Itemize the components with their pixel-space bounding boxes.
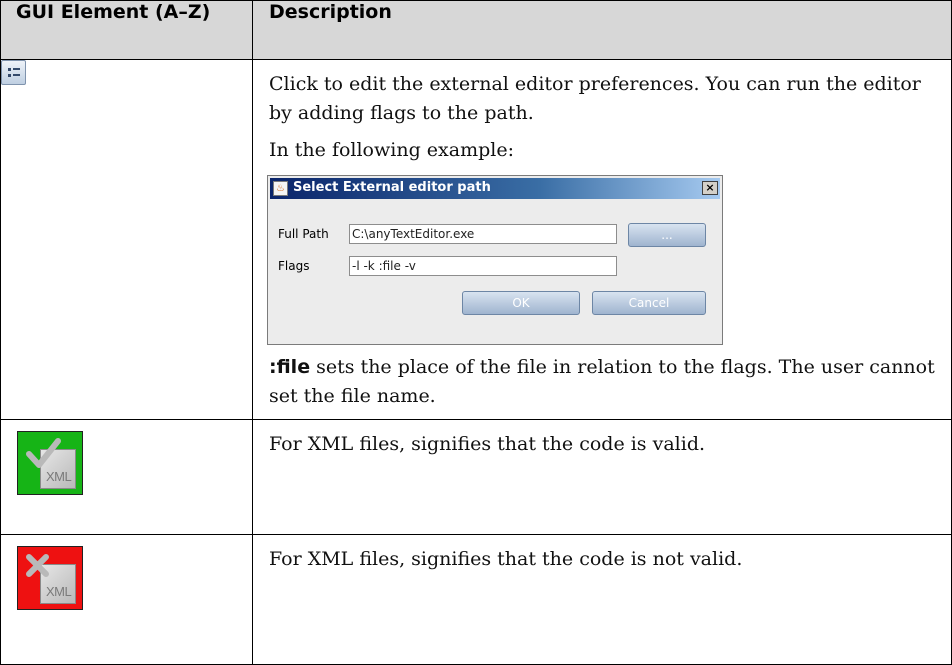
gui-elements-table: GUI Element (A–Z) Description Click to e… [0, 0, 952, 665]
row-description: Click to edit the external editor prefer… [269, 73, 921, 124]
table-row: XML For XML files, signifies that the co… [0, 534, 952, 665]
header-description: Description [252, 0, 952, 60]
full-path-label: Full Path [278, 227, 329, 241]
x-mark-icon [26, 554, 49, 577]
file-flag-note: :file sets the place of the file in rela… [269, 353, 937, 411]
gui-element-cell: XML [0, 534, 253, 665]
table-row: Click to edit the external editor prefer… [0, 59, 952, 420]
full-path-field[interactable]: C:\anyTextEditor.exe [349, 224, 617, 244]
row-description: For XML files, signifies that the code i… [269, 548, 743, 570]
xml-valid-icon: XML [17, 431, 83, 495]
ok-button[interactable]: OK [462, 291, 580, 315]
file-flag-note-text: sets the place of the file in relation t… [269, 356, 935, 407]
table-row: XML For XML files, signifies that the co… [0, 419, 952, 535]
file-flag-keyword: :file [269, 356, 311, 378]
example-intro: In the following example: [269, 139, 514, 161]
cancel-button[interactable]: Cancel [592, 291, 706, 315]
header-gui-element: GUI Element (A–Z) [0, 0, 253, 60]
gui-element-cell: XML [0, 419, 253, 535]
dialog-close-button[interactable]: × [702, 181, 718, 195]
external-editor-dialog: ♨ Select External editor path × Full Pat… [267, 175, 723, 345]
java-app-icon: ♨ [273, 181, 288, 196]
description-cell: For XML files, signifies that the code i… [252, 419, 952, 535]
description-cell: Click to edit the external editor prefer… [252, 59, 952, 420]
xml-icon-label: XML [46, 584, 72, 599]
dialog-title: Select External editor path [293, 180, 491, 195]
checkmark-icon [26, 438, 61, 468]
description-cell: For XML files, signifies that the code i… [252, 534, 952, 665]
xml-invalid-icon: XML [17, 546, 83, 610]
flags-field[interactable]: -l -k :file -v [349, 256, 617, 276]
settings-icon [1, 60, 26, 85]
flags-label: Flags [278, 259, 310, 273]
table-header-row: GUI Element (A–Z) Description [0, 0, 952, 60]
gui-element-cell [0, 59, 253, 420]
xml-icon-label: XML [46, 469, 72, 484]
row-description: For XML files, signifies that the code i… [269, 433, 706, 455]
browse-button[interactable]: ... [628, 223, 706, 247]
dialog-title-bar: ♨ Select External editor path × [270, 178, 720, 199]
